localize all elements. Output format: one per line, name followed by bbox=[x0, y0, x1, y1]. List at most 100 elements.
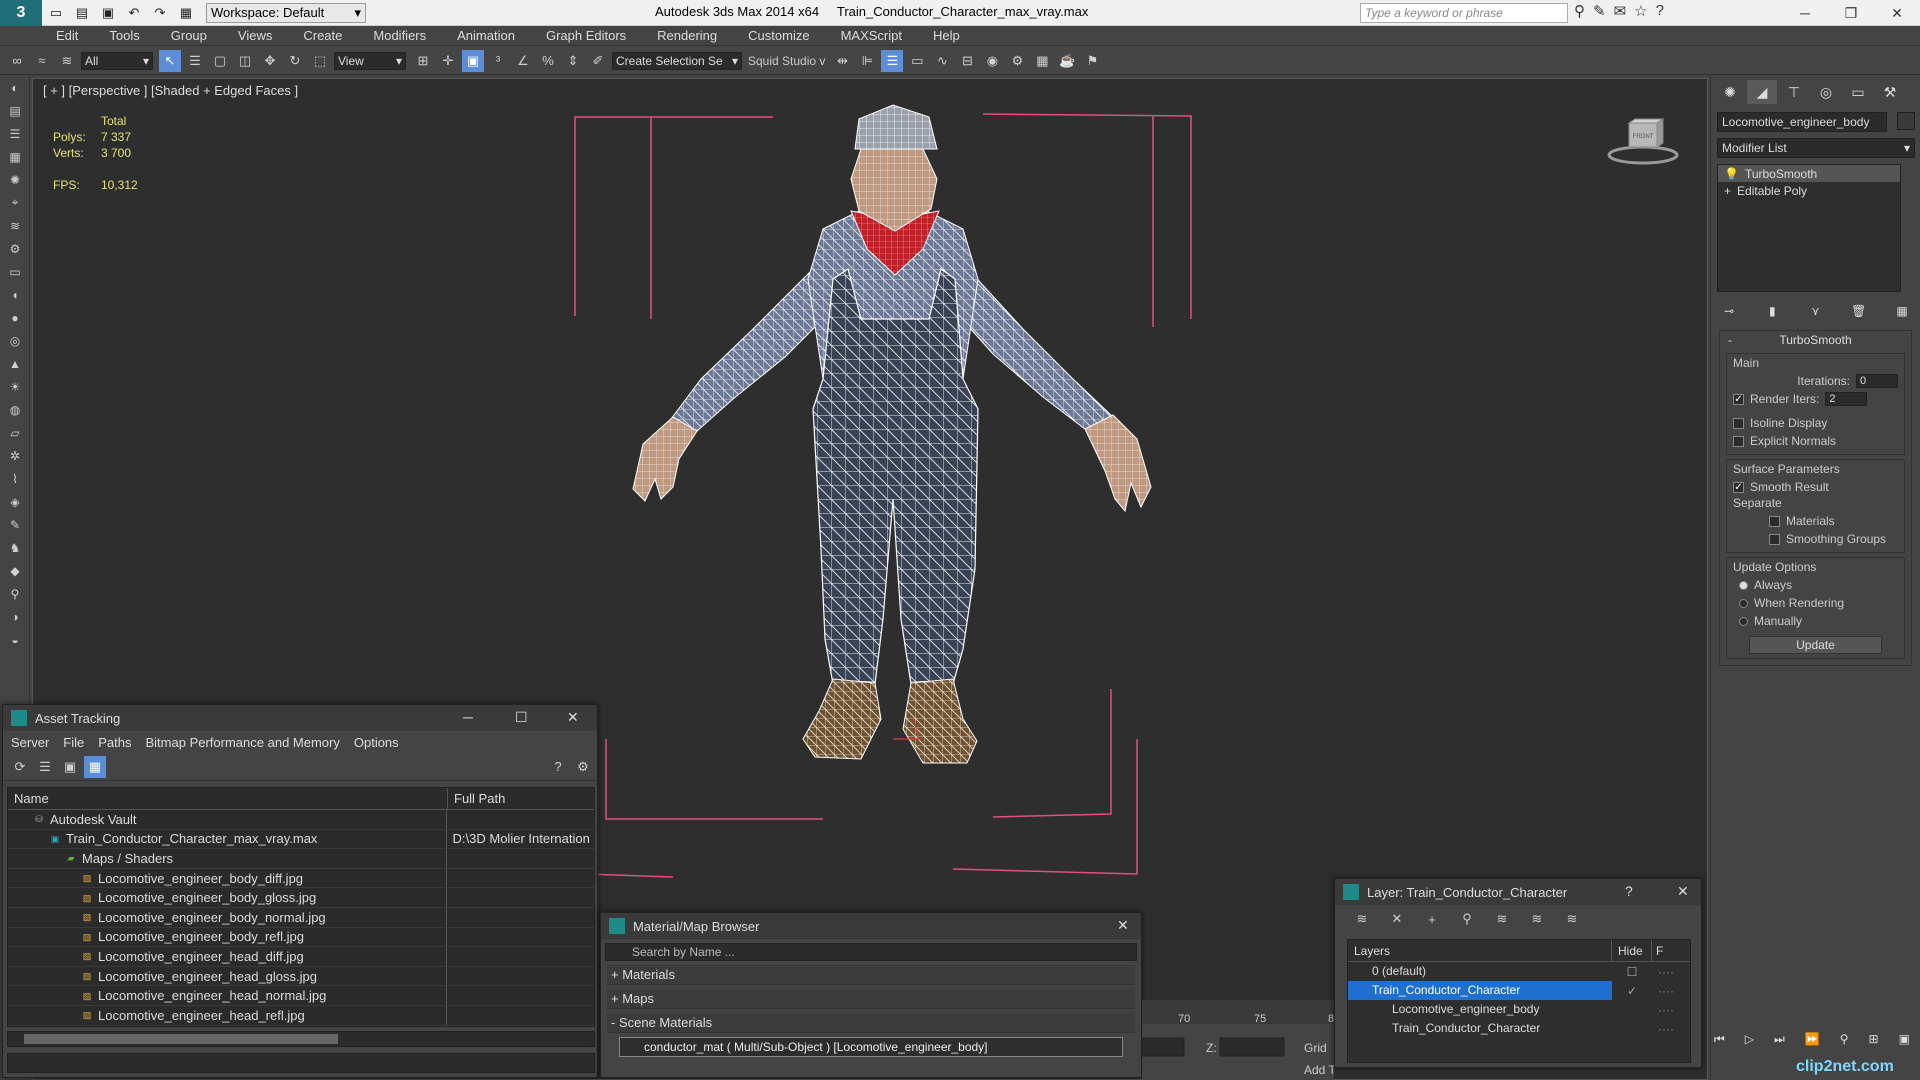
horizontal-scrollbar[interactable] bbox=[7, 1031, 595, 1047]
strip-search-icon[interactable]: ⚲ bbox=[0, 582, 30, 605]
align-icon[interactable]: ⊫ bbox=[856, 50, 878, 72]
strip-light-icon[interactable]: ✺ bbox=[0, 168, 30, 191]
at-menu-file[interactable]: File bbox=[63, 735, 84, 750]
col-path-header[interactable]: Full Path bbox=[448, 788, 511, 809]
menu-help[interactable]: Help bbox=[933, 28, 960, 43]
help-icon[interactable]: ? bbox=[1625, 883, 1633, 899]
at-menu-paths[interactable]: Paths bbox=[98, 735, 131, 750]
layer-row[interactable]: Locomotive_engineer_body ···· bbox=[1348, 1000, 1690, 1019]
asset-row[interactable]: ▨ Locomotive_engineer_head_diff.jpg bbox=[8, 947, 594, 967]
binoculars-icon[interactable]: ⚲ bbox=[1574, 2, 1585, 20]
pin-stack-icon[interactable]: ⊸ bbox=[1719, 302, 1739, 320]
layer-row[interactable]: 0 (default) ☐ ···· bbox=[1348, 962, 1690, 981]
reference-coord-dropdown[interactable]: View bbox=[334, 51, 406, 70]
asset-row[interactable]: ▨ Locomotive_engineer_head_refl.jpg bbox=[8, 1005, 594, 1026]
maximize-icon[interactable]: ☐ bbox=[515, 709, 528, 726]
zoom-extents-icon[interactable]: ⊞ bbox=[1869, 1032, 1879, 1054]
favorites-star-icon[interactable]: ☆ bbox=[1634, 2, 1647, 20]
play-icon[interactable]: ▷ bbox=[1745, 1032, 1754, 1054]
delete-layer-icon[interactable]: ✕ bbox=[1386, 908, 1408, 930]
menu-edit[interactable]: Edit bbox=[56, 28, 78, 43]
strip-cone-icon[interactable]: ▲ bbox=[0, 352, 30, 375]
menu-customize[interactable]: Customize bbox=[748, 28, 809, 43]
curve-editor-icon[interactable]: ∿ bbox=[931, 50, 953, 72]
at-menu-options[interactable]: Options bbox=[354, 735, 399, 750]
asset-row[interactable]: ▨ Locomotive_engineer_head_normal.jpg bbox=[8, 986, 594, 1006]
goto-end-icon[interactable]: ⏩ bbox=[1805, 1032, 1820, 1054]
strip-camera-icon[interactable]: ◐ bbox=[0, 76, 30, 99]
show-end-result-icon[interactable]: ▮ bbox=[1762, 302, 1782, 320]
thumbnail-view-icon[interactable]: ▣ bbox=[59, 756, 81, 778]
goto-start-icon[interactable]: ⏮ bbox=[1714, 1032, 1725, 1054]
ribbon-icon[interactable]: ▭ bbox=[906, 50, 928, 72]
project-folder-icon[interactable]: ▦ bbox=[174, 2, 198, 24]
strip-box-icon[interactable]: ▭ bbox=[0, 260, 30, 283]
add-time-tag-label[interactable]: Add T bbox=[1304, 1063, 1336, 1077]
rendered-frame-icon[interactable]: ▦ bbox=[1031, 50, 1053, 72]
layer-row[interactable]: Train_Conductor_Character ✓ ···· bbox=[1348, 981, 1690, 1000]
layer-freeze-toggle[interactable]: ···· bbox=[1652, 1003, 1674, 1017]
strip-sculpt-icon[interactable]: ◆ bbox=[0, 559, 30, 582]
link-icon[interactable]: ∞ bbox=[6, 50, 28, 72]
strip-sun-icon[interactable]: ☀ bbox=[0, 375, 30, 398]
strip-systems-icon[interactable]: ⚙ bbox=[0, 237, 30, 260]
strip-helper-icon[interactable]: ⌖ bbox=[0, 191, 30, 214]
strip-space-warp-icon[interactable]: ≋ bbox=[0, 214, 30, 237]
timeline-ruler[interactable]: 70 75 8 Z: Grid Add T bbox=[1141, 1000, 1336, 1080]
communication-icon[interactable]: ✉ bbox=[1614, 2, 1627, 20]
stack-item-turbosmooth[interactable]: 💡 TurboSmooth bbox=[1718, 165, 1900, 182]
materials-checkbox[interactable] bbox=[1769, 515, 1780, 527]
mirror-icon[interactable]: ⇹ bbox=[831, 50, 853, 72]
layer-active-check-icon[interactable]: ✓ bbox=[1612, 984, 1652, 998]
materials-section[interactable]: + Materials bbox=[607, 965, 1135, 985]
menu-tools[interactable]: Tools bbox=[109, 28, 139, 43]
menu-rendering[interactable]: Rendering bbox=[657, 28, 717, 43]
keyword-search-input[interactable]: Type a keyword or phrase bbox=[1360, 3, 1568, 23]
workspace-dropdown[interactable]: Workspace: Default bbox=[206, 2, 366, 23]
help-icon[interactable]: ? bbox=[1656, 2, 1664, 20]
hierarchy-tab-icon[interactable]: ⊤ bbox=[1779, 80, 1809, 104]
edit-named-selection-icon[interactable]: ✐ bbox=[587, 50, 609, 72]
material-browser-titlebar[interactable]: Material/Map Browser ✕ bbox=[601, 913, 1141, 939]
strip-particle-icon[interactable]: ✲ bbox=[0, 444, 30, 467]
rotate-icon[interactable]: ↻ bbox=[284, 50, 306, 72]
strip-plane-icon[interactable]: ▱ bbox=[0, 421, 30, 444]
display-tab-icon[interactable]: ▭ bbox=[1843, 80, 1873, 104]
layer-checkbox-icon[interactable]: ☐ bbox=[1612, 965, 1652, 979]
move-icon[interactable]: ✥ bbox=[259, 50, 281, 72]
menu-group[interactable]: Group bbox=[171, 28, 207, 43]
select-layer-objects-icon[interactable]: ⚲ bbox=[1456, 908, 1478, 930]
add-to-layer-icon[interactable]: + bbox=[1421, 908, 1443, 930]
strip-brush-icon[interactable]: ✎ bbox=[0, 513, 30, 536]
open-file-icon[interactable]: ▤ bbox=[70, 2, 94, 24]
settings-icon[interactable]: ⚙ bbox=[572, 756, 594, 778]
asset-row[interactable]: ▰ Maps / Shaders bbox=[8, 849, 594, 869]
next-frame-icon[interactable]: ⏭ bbox=[1774, 1032, 1785, 1054]
update-button[interactable]: Update bbox=[1749, 636, 1882, 654]
render-iterative-icon[interactable]: ⚑ bbox=[1081, 50, 1103, 72]
scene-materials-section[interactable]: - Scene Materials bbox=[607, 1013, 1135, 1033]
strip-torus-icon[interactable]: ◎ bbox=[0, 329, 30, 352]
material-search-input[interactable]: Search by Name ... bbox=[605, 943, 1137, 961]
create-tab-icon[interactable]: ✺ bbox=[1715, 80, 1745, 104]
unlink-icon[interactable]: ≈ bbox=[31, 50, 53, 72]
maximize-viewport-icon[interactable]: ▣ bbox=[1899, 1032, 1910, 1054]
select-by-name-icon[interactable]: ☰ bbox=[184, 50, 206, 72]
layer-freeze-toggle[interactable]: ···· bbox=[1652, 984, 1674, 998]
studio-label[interactable]: Squid Studio v bbox=[748, 54, 825, 68]
strip-display-icon[interactable]: ◑ bbox=[0, 605, 30, 628]
menu-views[interactable]: Views bbox=[238, 28, 272, 43]
refresh-icon[interactable]: ⟳ bbox=[9, 756, 31, 778]
close-icon[interactable]: ✕ bbox=[1117, 917, 1129, 934]
strip-figure-icon[interactable]: ♞ bbox=[0, 536, 30, 559]
at-menu-server[interactable]: Server bbox=[11, 735, 49, 750]
render-setup-icon[interactable]: ⚙ bbox=[1006, 50, 1028, 72]
object-name-field[interactable]: Locomotive_engineer_body bbox=[1717, 112, 1887, 132]
strip-hair-icon[interactable]: ⌇ bbox=[0, 467, 30, 490]
asset-row[interactable]: ▨ Locomotive_engineer_body_diff.jpg bbox=[8, 868, 594, 889]
configure-sets-icon[interactable]: ▦ bbox=[1892, 302, 1912, 320]
spinner-snap-icon[interactable]: ⇕ bbox=[562, 50, 584, 72]
lightbulb-icon[interactable]: 💡 bbox=[1724, 167, 1739, 181]
smoothing-groups-checkbox[interactable] bbox=[1769, 533, 1780, 545]
layers-col-header[interactable]: Layers bbox=[1348, 940, 1612, 961]
